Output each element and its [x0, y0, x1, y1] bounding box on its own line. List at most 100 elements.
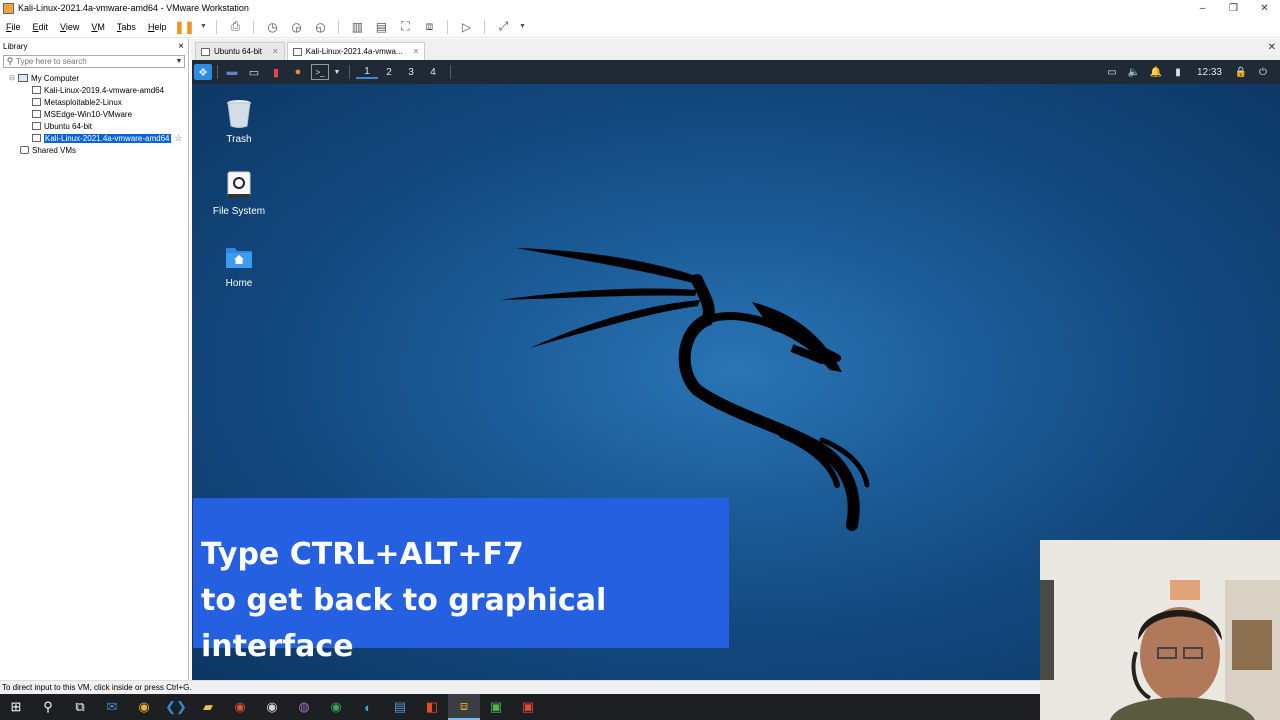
- task-view-icon[interactable]: ⧉: [64, 694, 96, 720]
- power-icon[interactable]: ⏻: [1254, 64, 1272, 80]
- document-icon[interactable]: ▤: [384, 694, 416, 720]
- menu-vm[interactable]: VM: [85, 22, 111, 32]
- tree-item-label: MSEdge-Win10-VMware: [44, 109, 133, 119]
- chrome-profile-icon[interactable]: ◉: [224, 694, 256, 720]
- window-title: Kali-Linux-2021.4a-vmware-amd64 - VMware…: [18, 3, 249, 13]
- library-panel: Library × ⚲ ▼ ⊟ My Computer Kali-Linux-2…: [0, 39, 189, 680]
- status-bar: To direct input to this VM, click inside…: [0, 680, 1040, 694]
- recorder-icon[interactable]: ▣: [512, 694, 544, 720]
- vscode-icon[interactable]: ❮❯: [160, 694, 192, 720]
- status-text: To direct input to this VM, click inside…: [2, 683, 192, 692]
- kali-menu-icon[interactable]: ❖: [194, 64, 212, 80]
- volume-icon[interactable]: 🔈: [1125, 64, 1143, 80]
- lock-icon[interactable]: 🔒: [1232, 64, 1250, 80]
- tree-item-label: Ubuntu 64-bit: [44, 121, 93, 131]
- tree-item-vm-selected[interactable]: Kali-Linux-2021.4a-vmware-amd64 ☆: [0, 132, 188, 144]
- pause-icon[interactable]: ❚❚: [174, 18, 194, 36]
- stretch-guest-icon[interactable]: ⤢: [493, 18, 513, 36]
- pause-dropdown-icon[interactable]: ▼: [198, 18, 208, 36]
- kali-dragon-logo: [500, 248, 870, 531]
- drive-icon: [225, 170, 253, 200]
- send-keys-icon[interactable]: ⎙: [225, 18, 245, 36]
- vmware-taskbar-icon[interactable]: ⧈: [448, 694, 480, 720]
- tree-item-vm[interactable]: Metasploitable2-Linux: [0, 96, 188, 108]
- close-button[interactable]: ✕: [1249, 0, 1280, 16]
- library-search[interactable]: ⚲ ▼: [3, 55, 185, 68]
- search-dropdown-icon[interactable]: ▼: [174, 58, 184, 65]
- unity-icon[interactable]: ⧈: [419, 18, 439, 36]
- terminal-dropdown-icon[interactable]: ▼: [333, 64, 341, 80]
- windows-start-icon[interactable]: ⊞: [0, 694, 32, 720]
- tab-kali[interactable]: Kali-Linux-2021.4a-vmwa... ✕: [286, 42, 426, 60]
- library-search-input[interactable]: [16, 57, 174, 66]
- toolbar-divider: [253, 19, 255, 34]
- tree-item-label: Kali-Linux-2021.4a-vmware-amd64: [43, 132, 172, 144]
- snapshot-icon[interactable]: ◷: [262, 18, 282, 36]
- menu-edit[interactable]: Edit: [27, 22, 55, 32]
- tree-item-shared-vms[interactable]: Shared VMs: [0, 144, 188, 156]
- mail-icon[interactable]: ✉: [96, 694, 128, 720]
- firefox-icon[interactable]: ●: [289, 64, 307, 80]
- tab-close-icon[interactable]: ✕: [413, 47, 420, 56]
- stretch-dropdown-icon[interactable]: ▼: [517, 18, 527, 36]
- tree-item-label: Kali-Linux-2019.4-vmware-amd64: [44, 85, 165, 95]
- restore-button[interactable]: ❐: [1218, 0, 1249, 16]
- workspace-1[interactable]: 1: [356, 66, 378, 79]
- camtasia-icon[interactable]: ▣: [480, 694, 512, 720]
- tree-item-label: Shared VMs: [32, 145, 77, 155]
- search-icon[interactable]: ⚲: [32, 694, 64, 720]
- tor-browser-icon[interactable]: ◍: [288, 694, 320, 720]
- menu-help[interactable]: Help: [142, 22, 173, 32]
- desktop-icon-file-system[interactable]: File System: [202, 170, 276, 217]
- library-header: Library ×: [0, 39, 188, 54]
- collapse-icon[interactable]: ⊟: [8, 74, 16, 82]
- tree-item-vm[interactable]: Kali-Linux-2019.4-vmware-amd64: [0, 84, 188, 96]
- revert-snapshot-icon[interactable]: ◶: [286, 18, 306, 36]
- tree-item-label: My Computer: [31, 73, 80, 83]
- desktop-icon-home[interactable]: Home: [202, 242, 276, 289]
- library-close-icon[interactable]: ×: [178, 41, 184, 52]
- snapshot-manager-icon[interactable]: ◵: [310, 18, 330, 36]
- terminal-icon[interactable]: >_: [311, 64, 329, 80]
- workspace-3[interactable]: 3: [400, 67, 422, 78]
- display-icon[interactable]: ▭: [1103, 64, 1121, 80]
- tab-ubuntu[interactable]: Ubuntu 64-bit ✕: [195, 42, 285, 60]
- tree-item-vm[interactable]: MSEdge-Win10-VMware: [0, 108, 188, 120]
- vm-tab-strip: Ubuntu 64-bit ✕ Kali-Linux-2021.4a-vmwa.…: [191, 39, 1280, 60]
- text-editor-icon[interactable]: ▮: [267, 64, 285, 80]
- trash-icon: [225, 98, 253, 128]
- chrome-icon[interactable]: ◉: [128, 694, 160, 720]
- vm-icon: [32, 110, 41, 118]
- workspace-4[interactable]: 4: [422, 67, 444, 78]
- workspace-2[interactable]: 2: [378, 67, 400, 78]
- favorite-star-icon[interactable]: ☆: [175, 133, 183, 144]
- tab-close-icon[interactable]: ✕: [272, 47, 279, 56]
- console-view-icon[interactable]: ▷: [456, 18, 476, 36]
- battery-icon[interactable]: ▮: [1169, 64, 1187, 80]
- chrome-alt-icon[interactable]: ◉: [256, 694, 288, 720]
- menu-tabs[interactable]: Tabs: [111, 22, 142, 32]
- file-explorer-icon[interactable]: ▰: [192, 694, 224, 720]
- window-title-bar: Kali-Linux-2021.4a-vmware-amd64 - VMware…: [0, 0, 1280, 16]
- notification-bell-icon[interactable]: 🔔: [1147, 64, 1165, 80]
- vmware-app-icon: [3, 2, 14, 14]
- tree-item-vm[interactable]: Ubuntu 64-bit: [0, 120, 188, 132]
- caption-overlay: Type CTRL+ALT+F7 to get back to graphica…: [193, 498, 729, 664]
- file-manager-icon[interactable]: ▭: [245, 64, 263, 80]
- thumbnail-bar-icon[interactable]: ▤: [371, 18, 391, 36]
- edge-icon[interactable]: ◐: [352, 694, 384, 720]
- close-tabs-icon[interactable]: ✕: [1268, 42, 1276, 53]
- office-icon[interactable]: ◧: [416, 694, 448, 720]
- chrome-green-icon[interactable]: ◉: [320, 694, 352, 720]
- kali-tray: ▭ 🔈 🔔 ▮ 12:33 🔒 ⏻: [1101, 60, 1274, 84]
- tree-item-my-computer[interactable]: ⊟ My Computer: [0, 72, 188, 84]
- show-desktop-icon[interactable]: ▬: [223, 64, 241, 80]
- menu-view[interactable]: View: [54, 22, 85, 32]
- toolbar-divider: [484, 19, 486, 34]
- full-screen-icon[interactable]: ⛶: [395, 18, 415, 36]
- show-library-icon[interactable]: ▥: [347, 18, 367, 36]
- minimize-button[interactable]: –: [1187, 0, 1218, 16]
- panel-clock[interactable]: 12:33: [1197, 67, 1222, 78]
- desktop-icon-trash[interactable]: Trash: [202, 98, 276, 145]
- menu-file[interactable]: File: [0, 22, 27, 32]
